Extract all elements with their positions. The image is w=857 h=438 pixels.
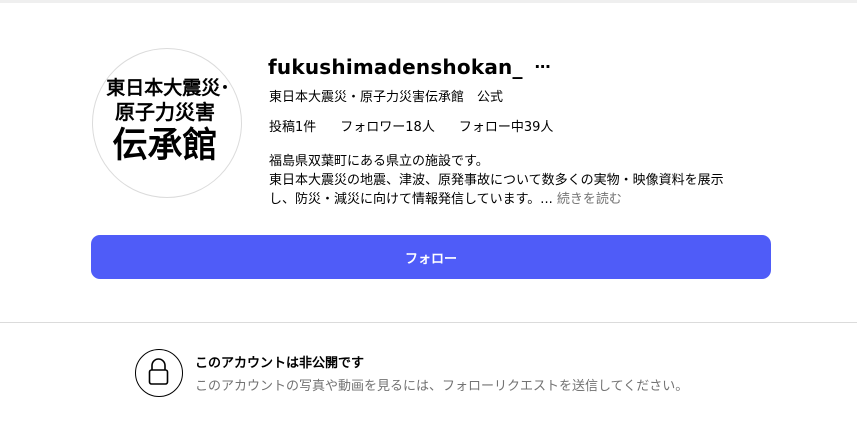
read-more-link[interactable]: 続きを読む [557,192,622,207]
profile-avatar[interactable]: 東日本大震災･ 原子力災害 伝承館 [92,48,242,198]
following-count[interactable]: フォロー中39人 [459,116,554,135]
bio-line: し、防災・減災に向けて情報発信しています。... 続きを読む [269,190,769,209]
username-row: fukushimadenshokan_ … [268,52,551,82]
bio-line: 東日本大震災の地震、津波、原発事故について数多くの実物・映像資料を展示 [269,173,724,188]
posts-count: 投稿1件 [269,120,317,135]
private-account-description: このアカウントの写真や動画を見るには、フォローリクエストを送信してください。 [195,379,689,394]
section-divider [0,322,857,323]
private-account-title: このアカウントは非公開です [195,356,365,371]
profile-bio: 福島県双葉町にある県立の施設です。 東日本大震災の地震、津波、原発事故について数… [269,152,769,209]
bio-line: 福島県双葉町にある県立の施設です。 [269,154,489,169]
top-border [0,0,857,3]
svg-text:伝承館: 伝承館 [112,125,217,166]
follow-button[interactable]: フォロー [91,235,771,279]
lock-icon [135,349,183,397]
bio-line-text: し、防災・減災に向けて情報発信しています。... [269,192,553,207]
more-options-icon[interactable]: … [535,55,551,79]
followers-count[interactable]: フォロワー18人 [340,116,435,135]
username: fukushimadenshokan_ [268,55,523,79]
full-name: 東日本大震災・原子力災害伝承館 公式 [269,90,504,105]
svg-text:東日本大震災･: 東日本大震災･ [106,76,230,99]
avatar-logo: 東日本大震災･ 原子力災害 伝承館 [106,76,230,166]
svg-text:原子力災害: 原子力災害 [115,100,215,124]
profile-stats: 投稿1件 フォロワー18人 フォロー中39人 [269,116,577,135]
